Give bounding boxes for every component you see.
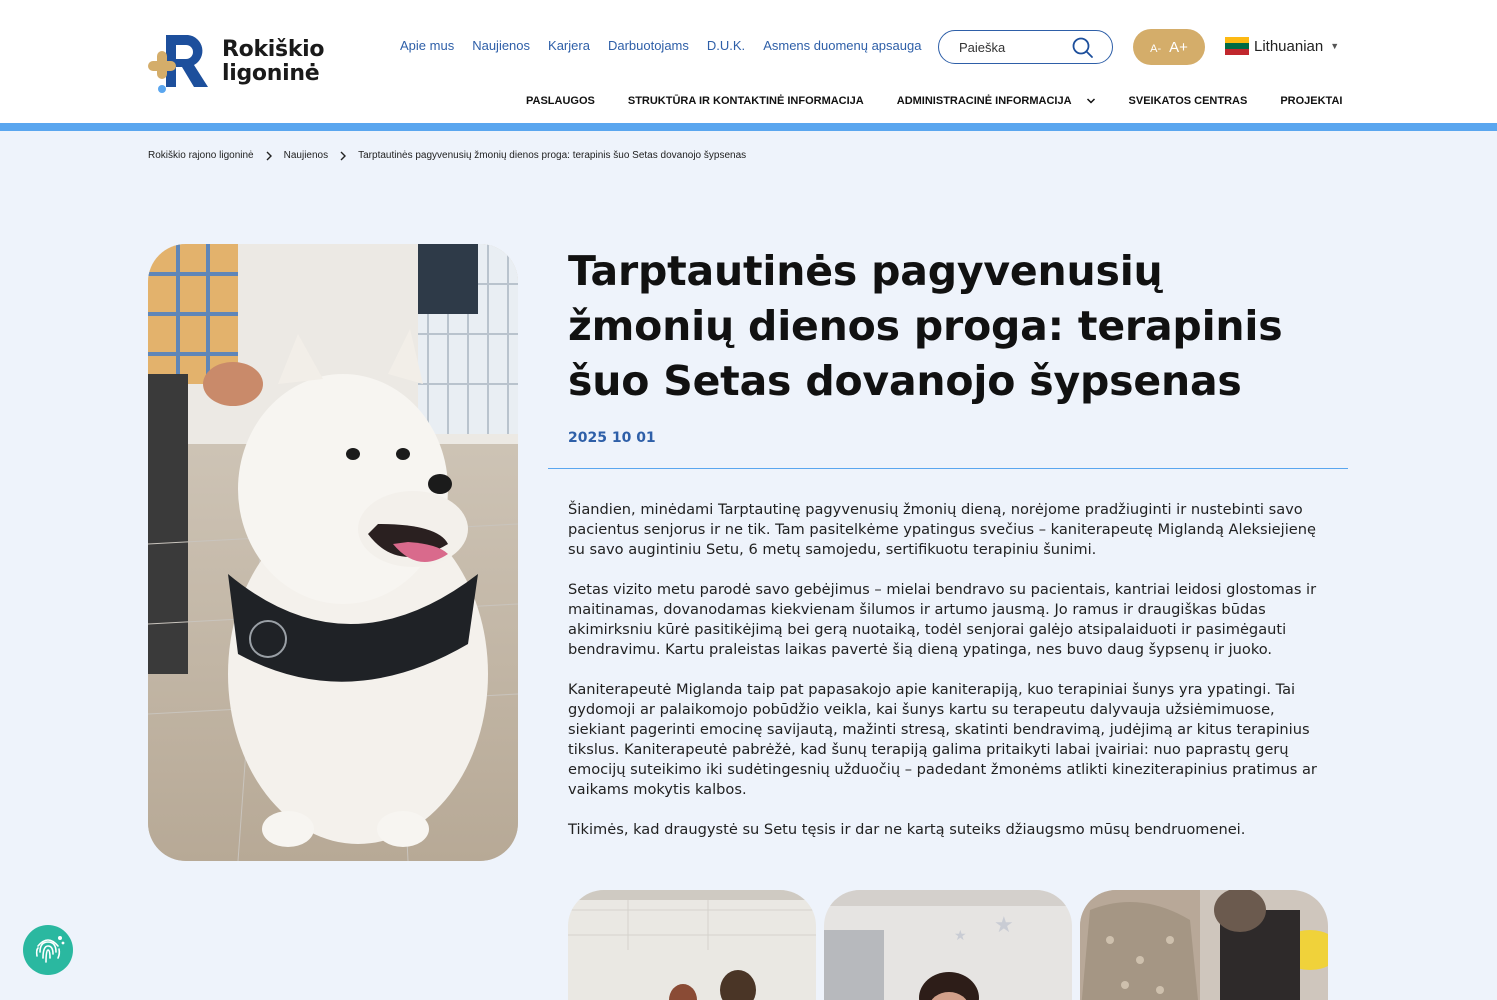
site-logo[interactable]: Rokiškio ligoninė [148,29,338,95]
breadcrumb-naujienos[interactable]: Naujienos [284,150,328,161]
gallery-photo[interactable] [568,890,816,1000]
breadcrumb: Rokiškio rajono ligoninė Naujienos Tarpt… [148,150,746,161]
article-paragraph: Tikimės, kad draugystė su Setu tęsis ir … [568,821,1246,838]
topnav-duk[interactable]: D.U.K. [707,38,745,53]
search-box [938,30,1113,64]
mainnav-administracine-label: ADMINISTRACINĖ INFORMACIJA [896,95,1072,107]
topnav-darbuotojams[interactable]: Darbuotojams [608,38,689,53]
search-icon[interactable] [1072,37,1094,59]
logo-line-2: ligoninė [222,61,320,86]
logo-line-1: Rokiškio [222,37,325,62]
mainnav-struktura[interactable]: STRUKTŪRA IR KONTAKTINĖ INFORMACIJA [628,95,864,107]
article-date: 2025 10 01 [568,430,656,446]
topnav-asmens-duomenu-apsauga[interactable]: Asmens duomenų apsauga [763,38,921,53]
article-hero-image [148,244,518,861]
svg-text:★: ★ [954,928,967,944]
gallery-photo[interactable] [1080,890,1328,1000]
caret-down-icon: ▼ [1330,41,1340,51]
topnav-karjera[interactable]: Karjera [548,38,590,53]
mainnav-sveikatos-centras[interactable]: SVEIKATOS CENTRAS [1129,95,1248,107]
search-input[interactable] [959,39,1069,55]
mainnav-projektai[interactable]: PROJEKTAI [1280,95,1342,107]
accessibility-widget-button[interactable] [23,925,73,975]
article-paragraph: Kaniterapeutė Miglanda taip pat papasako… [568,681,1317,798]
mainnav-administracine-informacija[interactable]: ADMINISTRACINĖ INFORMACIJA [897,95,1096,107]
header-accent-bar [0,123,1497,131]
mainnav-paslaugos[interactable]: PASLAUGOS [526,95,595,107]
gallery-photo[interactable]: ★ ★ [824,890,1072,1000]
topnav-apie-mus[interactable]: Apie mus [400,38,454,53]
breadcrumb-current: Tarptautinės pagyvenusių žmonių dienos p… [358,150,747,161]
font-increase-button[interactable]: A+ [1169,39,1188,56]
top-navigation: Apie mus Naujienos Karjera Darbuotojams … [400,38,939,53]
chevron-right-icon [340,151,347,160]
site-header: Rokiškio ligoninė Apie mus Naujienos Kar… [0,0,1497,123]
chevron-down-icon [1086,98,1095,104]
article-paragraph: Setas vizito metu parodė savo gebėjimus … [568,581,1317,658]
language-label: Lithuanian [1254,37,1324,55]
article-body: Šiandien, minėdami Tarptautinę pagyvenus… [568,500,1328,860]
logo-text: Rokiškio ligoninė [222,37,325,86]
main-navigation: PASLAUGOS STRUKTŪRA IR KONTAKTINĖ INFORM… [526,95,1342,107]
breadcrumb-home[interactable]: Rokiškio rajono ligoninė [148,150,254,161]
font-size-controls: A- A+ [1133,29,1205,65]
article-paragraph: Šiandien, minėdami Tarptautinę pagyvenus… [568,501,1316,558]
photo-gallery: ★ ★ [568,890,1328,1000]
chevron-right-icon [266,151,272,160]
lithuania-flag-icon [1225,37,1249,55]
font-decrease-button[interactable]: A- [1150,43,1161,55]
article-divider [548,468,1348,469]
topnav-naujienos[interactable]: Naujienos [472,38,530,53]
logo-mark-icon [148,29,214,95]
article-title: Tarptautinės pagyvenusių žmonių dienos p… [568,247,1283,405]
language-selector[interactable]: Lithuanian ▼ [1225,37,1339,55]
svg-text:★: ★ [994,913,1014,938]
fingerprint-icon [35,936,65,963]
